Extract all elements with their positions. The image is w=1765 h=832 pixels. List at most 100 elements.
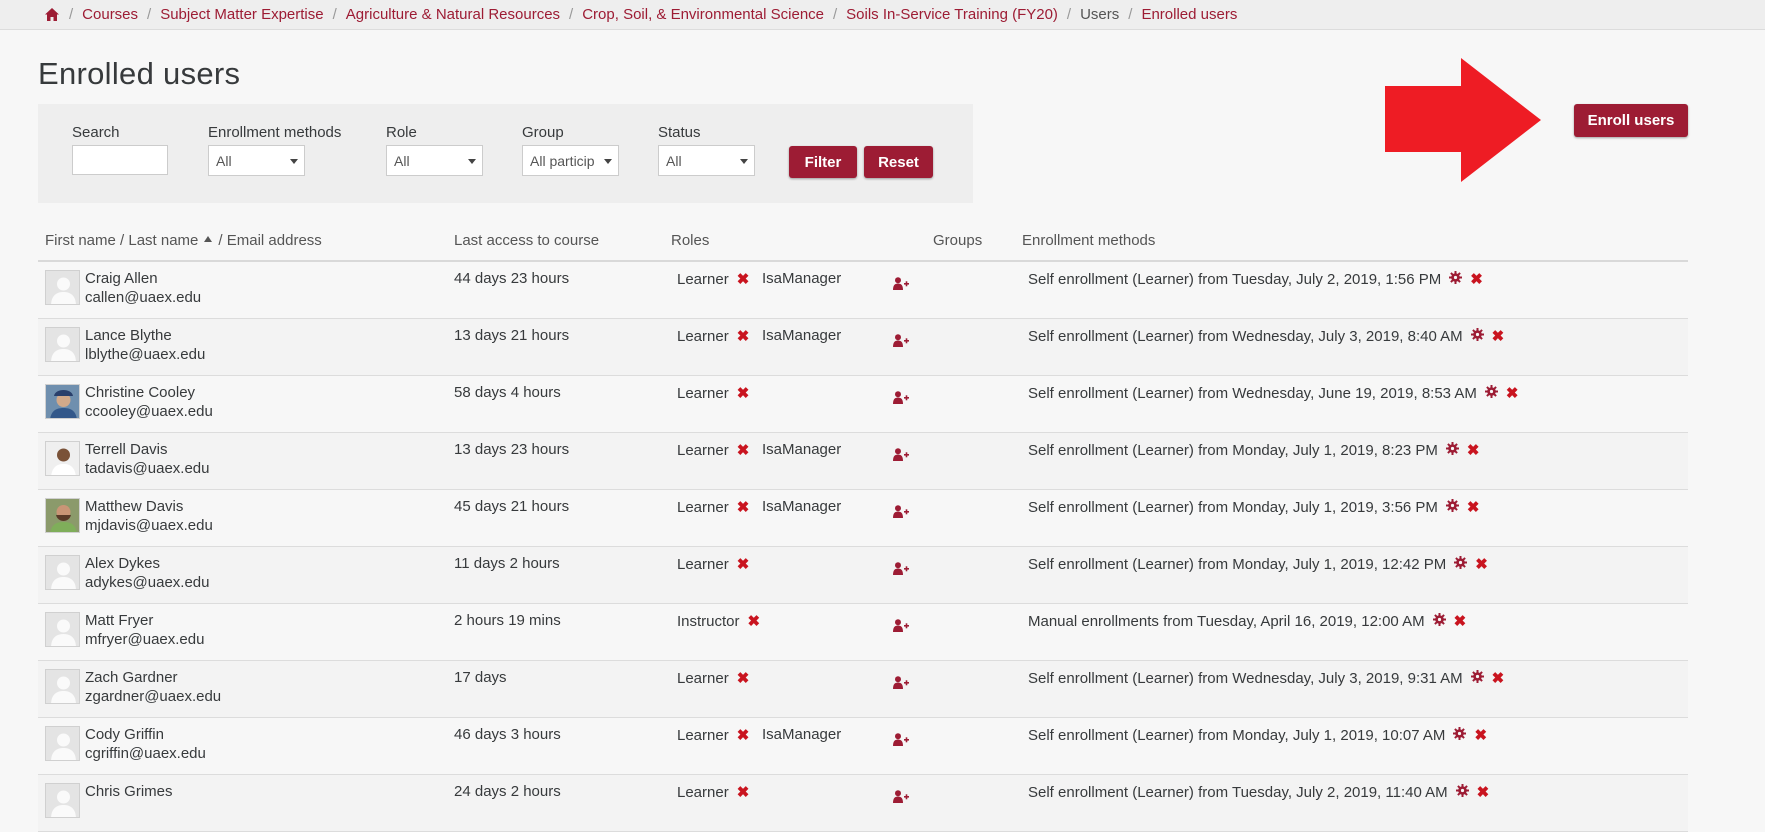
group-select[interactable]: All particip bbox=[522, 145, 619, 176]
enroll-users-button[interactable]: Enroll users bbox=[1574, 104, 1688, 137]
avatar[interactable] bbox=[45, 555, 80, 590]
table-body: Craig Allen callen@uaex.edu 44 days 23 h… bbox=[38, 262, 1688, 832]
filter-button[interactable]: Filter bbox=[789, 146, 857, 178]
user-name[interactable]: Matt Fryer bbox=[85, 612, 153, 629]
home-icon[interactable] bbox=[44, 7, 60, 22]
breadcrumb-courses[interactable]: Courses bbox=[82, 6, 138, 23]
role-badge: Learner ✖ bbox=[677, 498, 749, 516]
remove-role-icon[interactable]: ✖ bbox=[737, 727, 750, 744]
unenrol-icon[interactable]: ✖ bbox=[1492, 669, 1505, 687]
breadcrumb-agriculture[interactable]: Agriculture & Natural Resources bbox=[346, 6, 560, 23]
unenrol-icon[interactable]: ✖ bbox=[1477, 783, 1490, 801]
enrollment-method-text: Self enrollment (Learner) from Monday, J… bbox=[1028, 441, 1438, 459]
user-name[interactable]: Terrell Davis bbox=[85, 441, 168, 458]
avatar[interactable] bbox=[45, 384, 80, 419]
unenrol-icon[interactable]: ✖ bbox=[1467, 498, 1480, 516]
assign-role-icon[interactable] bbox=[893, 277, 909, 294]
table-row: Terrell Davis tadavis@uaex.edu 13 days 2… bbox=[38, 433, 1688, 490]
role-badge: Learner ✖ bbox=[677, 384, 749, 402]
breadcrumb-crop-soil[interactable]: Crop, Soil, & Environmental Science bbox=[582, 6, 824, 23]
reset-button[interactable]: Reset bbox=[864, 146, 933, 178]
user-name[interactable]: Lance Blythe bbox=[85, 327, 172, 344]
role-group: Role All bbox=[386, 124, 483, 176]
remove-role-icon[interactable]: ✖ bbox=[748, 613, 761, 630]
enrollment-method: Self enrollment (Learner) from Monday, J… bbox=[1028, 555, 1488, 573]
gear-icon[interactable] bbox=[1470, 327, 1484, 345]
gear-icon[interactable] bbox=[1445, 498, 1459, 516]
avatar[interactable] bbox=[45, 669, 80, 704]
remove-role-icon[interactable]: ✖ bbox=[737, 499, 750, 516]
table-row: Matt Fryer mfryer@uaex.edu 2 hours 19 mi… bbox=[38, 604, 1688, 661]
remove-role-icon[interactable]: ✖ bbox=[737, 442, 750, 459]
user-name[interactable]: Chris Grimes bbox=[85, 783, 173, 800]
unenrol-icon[interactable]: ✖ bbox=[1506, 384, 1519, 402]
remove-role-icon[interactable]: ✖ bbox=[737, 328, 750, 345]
avatar[interactable] bbox=[45, 327, 80, 362]
gear-icon[interactable] bbox=[1484, 384, 1498, 402]
last-access: 11 days 2 hours bbox=[454, 555, 560, 572]
assign-role-icon[interactable] bbox=[893, 562, 909, 579]
search-input[interactable] bbox=[72, 145, 168, 175]
gear-icon[interactable] bbox=[1453, 726, 1467, 744]
enrollment-method-text: Self enrollment (Learner) from Monday, J… bbox=[1028, 555, 1447, 573]
table-row: Christine Cooley ccooley@uaex.edu 58 day… bbox=[38, 376, 1688, 433]
group-group: Group All particip bbox=[522, 124, 619, 176]
table-row: Craig Allen callen@uaex.edu 44 days 23 h… bbox=[38, 262, 1688, 319]
avatar[interactable] bbox=[45, 783, 80, 818]
sort-email-link[interactable]: / Email address bbox=[218, 232, 321, 249]
unenrol-icon[interactable]: ✖ bbox=[1492, 327, 1505, 345]
header-last-access[interactable]: Last access to course bbox=[454, 232, 599, 249]
breadcrumb-enrolled-users[interactable]: Enrolled users bbox=[1141, 6, 1237, 23]
gear-icon[interactable] bbox=[1445, 441, 1459, 459]
last-access: 44 days 23 hours bbox=[454, 270, 570, 287]
status-select[interactable]: All bbox=[658, 145, 755, 176]
avatar[interactable] bbox=[45, 612, 80, 647]
gear-icon[interactable] bbox=[1432, 612, 1446, 630]
unenrol-icon[interactable]: ✖ bbox=[1475, 555, 1488, 573]
remove-role-icon[interactable]: ✖ bbox=[737, 556, 750, 573]
remove-role-icon[interactable]: ✖ bbox=[737, 670, 750, 687]
user-name[interactable]: Zach Gardner bbox=[85, 669, 178, 686]
user-email: adykes@uaex.edu bbox=[85, 574, 210, 591]
assign-role-icon[interactable] bbox=[893, 448, 909, 465]
remove-role-icon[interactable]: ✖ bbox=[737, 271, 750, 288]
assign-role-icon[interactable] bbox=[893, 334, 909, 351]
assign-role-icon[interactable] bbox=[893, 619, 909, 636]
assign-role-icon[interactable] bbox=[893, 391, 909, 408]
assign-role-icon[interactable] bbox=[893, 676, 909, 693]
role-badge: Learner ✖ bbox=[677, 555, 749, 573]
table-row: Lance Blythe lblythe@uaex.edu 13 days 21… bbox=[38, 319, 1688, 376]
user-name[interactable]: Craig Allen bbox=[85, 270, 158, 287]
remove-role-icon[interactable]: ✖ bbox=[737, 385, 750, 402]
unenrol-icon[interactable]: ✖ bbox=[1467, 441, 1480, 459]
table-row: Alex Dykes adykes@uaex.edu 11 days 2 hou… bbox=[38, 547, 1688, 604]
avatar[interactable] bbox=[45, 726, 80, 761]
header-roles: Roles bbox=[671, 232, 710, 249]
breadcrumb: / Courses / Subject Matter Expertise / A… bbox=[0, 0, 1765, 30]
breadcrumb-subject-matter[interactable]: Subject Matter Expertise bbox=[160, 6, 323, 23]
enrollment-method: Self enrollment (Learner) from Wednesday… bbox=[1028, 669, 1504, 687]
avatar[interactable] bbox=[45, 270, 80, 305]
assign-role-icon[interactable] bbox=[893, 733, 909, 750]
role-select[interactable]: All bbox=[386, 145, 483, 176]
user-name[interactable]: Cody Griffin bbox=[85, 726, 164, 743]
user-name[interactable]: Matthew Davis bbox=[85, 498, 183, 515]
breadcrumb-course[interactable]: Soils In-Service Training (FY20) bbox=[846, 6, 1058, 23]
enrollment-method: Self enrollment (Learner) from Monday, J… bbox=[1028, 498, 1480, 516]
enrollment-methods-select[interactable]: All bbox=[208, 145, 305, 176]
user-name[interactable]: Christine Cooley bbox=[85, 384, 195, 401]
avatar[interactable] bbox=[45, 441, 80, 476]
unenrol-icon[interactable]: ✖ bbox=[1470, 270, 1483, 288]
last-access: 58 days 4 hours bbox=[454, 384, 561, 401]
assign-role-icon[interactable] bbox=[893, 505, 909, 522]
sort-name-link[interactable]: First name / Last name bbox=[45, 232, 198, 249]
user-name[interactable]: Alex Dykes bbox=[85, 555, 160, 572]
unenrol-icon[interactable]: ✖ bbox=[1474, 726, 1487, 744]
gear-icon[interactable] bbox=[1470, 669, 1484, 687]
avatar[interactable] bbox=[45, 498, 80, 533]
gear-icon[interactable] bbox=[1449, 270, 1463, 288]
gear-icon[interactable] bbox=[1454, 555, 1468, 573]
role-label: Instructor bbox=[677, 613, 740, 630]
unenrol-icon[interactable]: ✖ bbox=[1454, 612, 1467, 630]
gear-icon[interactable] bbox=[1455, 783, 1469, 801]
